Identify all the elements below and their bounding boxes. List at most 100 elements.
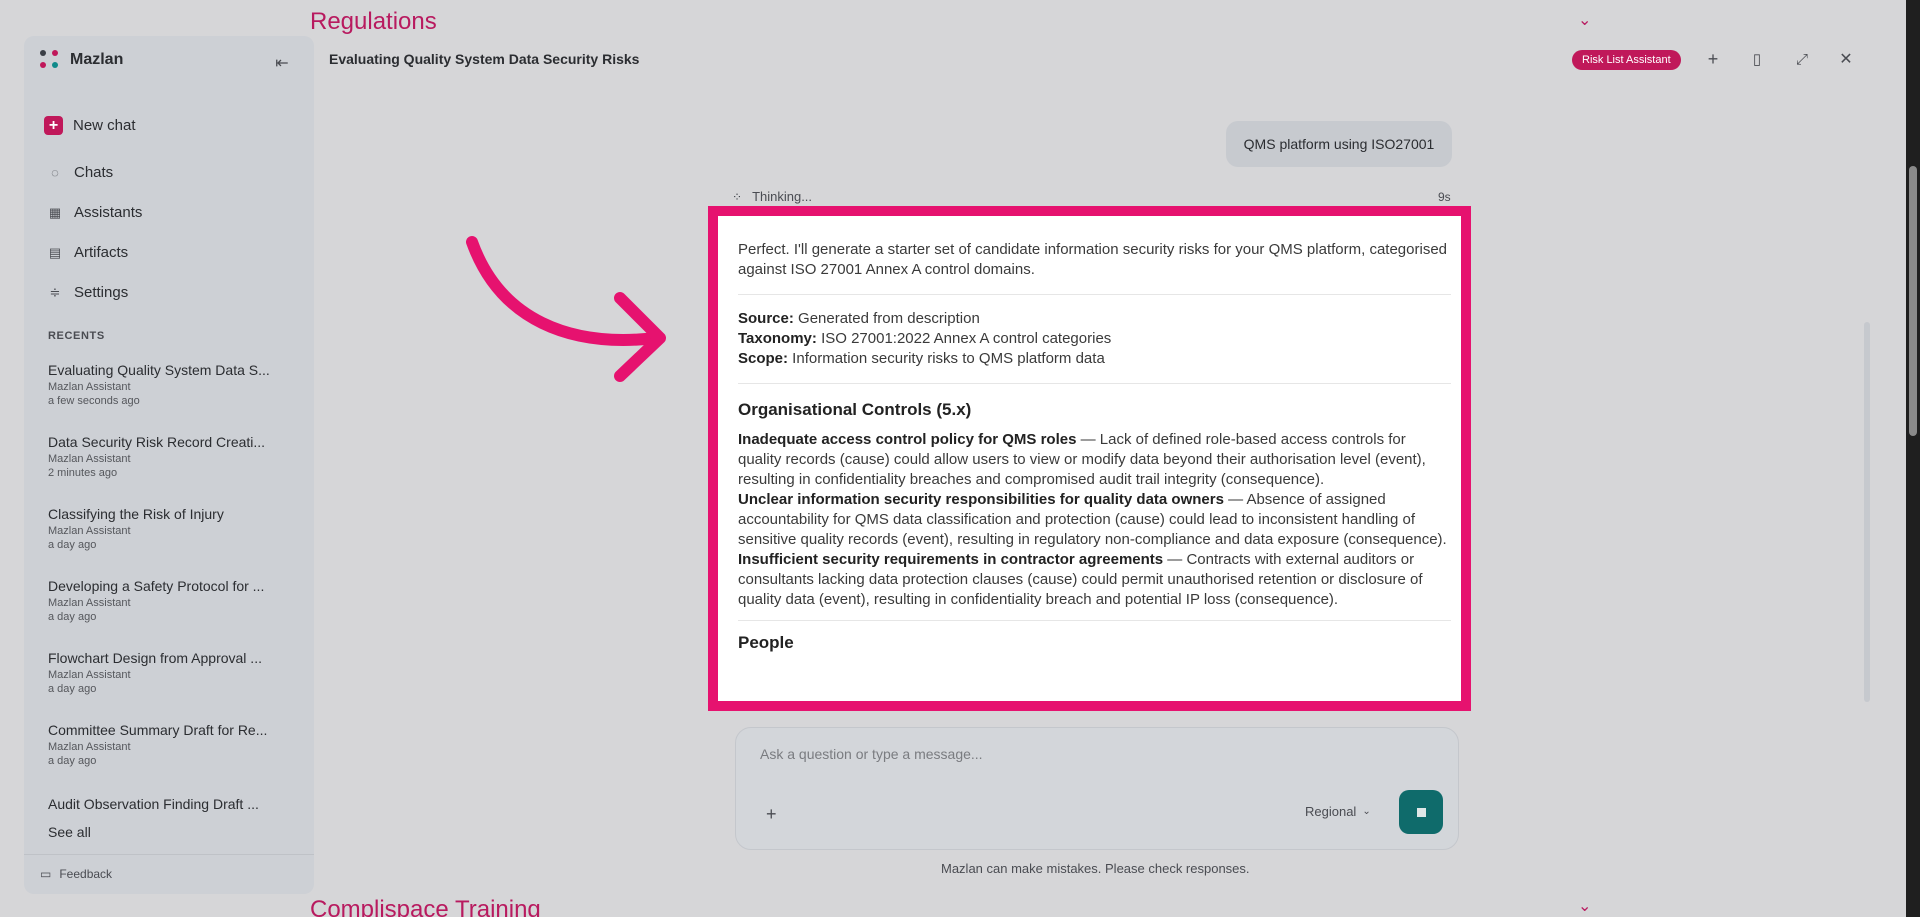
response-intro: Perfect. I'll generate a starter set of …: [738, 241, 1447, 278]
chat-title: Evaluating Quality System Data Security …: [329, 51, 640, 67]
source-value: Generated from description: [793, 310, 980, 327]
thinking-time: 9s: [1438, 190, 1451, 204]
chevron-down-icon: ⌄: [1362, 806, 1371, 817]
risk-item: Insufficient security requirements in co…: [738, 550, 1451, 610]
recent-chat-time: a day ago: [48, 611, 97, 623]
region-select[interactable]: Regional ⌄: [1305, 804, 1371, 819]
recent-chat-time: a few seconds ago: [48, 395, 140, 407]
recent-chat-item[interactable]: Audit Observation Finding Draft ...: [48, 796, 278, 812]
response-scope: Scope: Information security risks to QMS…: [738, 349, 1451, 369]
sidebar: Mazlan ⇤ + New chat ◌ Chats ▦ Assistants…: [24, 36, 314, 894]
sidebar-item-assistants[interactable]: ▦ Assistants: [48, 204, 143, 221]
recent-chat-title: Committee Summary Draft for Re...: [48, 722, 268, 738]
taxonomy-label: Taxonomy:: [738, 330, 817, 347]
message-composer: Ask a question or type a message... + Re…: [735, 727, 1459, 850]
sidebar-item-chats[interactable]: ◌ Chats: [48, 164, 113, 181]
risk-item: Inadequate access control policy for QMS…: [738, 430, 1451, 490]
recent-chat-assistant: Mazlan Assistant: [48, 453, 131, 465]
recent-chat-time: 2 minutes ago: [48, 467, 118, 479]
brand: Mazlan: [40, 50, 123, 70]
recent-chat-assistant: Mazlan Assistant: [48, 669, 131, 681]
new-chat-button[interactable]: + New chat: [44, 116, 136, 135]
annotation-arrow-icon: [466, 236, 666, 382]
recent-chat-item[interactable]: Flowchart Design from Approval ... Mazla…: [48, 650, 278, 695]
recent-chat-item[interactable]: Classifying the Risk of Injury Mazlan As…: [48, 506, 278, 551]
logo-icon: ⁘: [732, 189, 743, 204]
page-scrollbar-thumb[interactable]: [1909, 166, 1917, 436]
recents-heading: RECENTS: [48, 330, 105, 342]
grid-icon: ▦: [48, 204, 62, 220]
stop-icon: [1416, 807, 1426, 817]
plus-icon[interactable]: +: [1702, 48, 1724, 70]
region-select-label: Regional: [1305, 804, 1357, 819]
logo-icon: [40, 50, 60, 70]
thinking-label: Thinking...: [752, 189, 813, 204]
section-heading: Organisational Controls (5.x): [738, 400, 972, 419]
stop-button[interactable]: [1399, 790, 1443, 834]
recent-chat-time: a day ago: [48, 683, 97, 695]
recent-chat-title: Classifying the Risk of Injury: [48, 506, 224, 522]
page-scrollbar-track[interactable]: [1906, 0, 1920, 917]
recent-chat-title: Developing a Safety Protocol for ...: [48, 578, 265, 594]
chevron-down-icon[interactable]: ⌄: [1578, 10, 1591, 30]
recent-chat-item[interactable]: Committee Summary Draft for Re... Mazlan…: [48, 722, 278, 767]
recent-chat-assistant: Mazlan Assistant: [48, 741, 131, 753]
recent-chat-time: a day ago: [48, 755, 97, 767]
user-message: QMS platform using ISO27001: [1226, 121, 1452, 167]
recent-chat-time: a day ago: [48, 539, 97, 551]
expand-icon[interactable]: ⤢: [1791, 48, 1813, 70]
background-section-heading: Regulations: [310, 8, 437, 35]
recent-chat-assistant: Mazlan Assistant: [48, 381, 131, 393]
recent-chat-item[interactable]: Developing a Safety Protocol for ... Maz…: [48, 578, 278, 623]
close-icon[interactable]: ✕: [1835, 48, 1857, 70]
assistant-response: Perfect. I'll generate a starter set of …: [708, 206, 1471, 711]
recent-chat-title: Flowchart Design from Approval ...: [48, 650, 262, 666]
message-input[interactable]: Ask a question or type a message...: [760, 746, 983, 762]
scope-value: Information security risks to QMS platfo…: [788, 350, 1105, 367]
recent-chat-assistant: Mazlan Assistant: [48, 525, 131, 537]
sliders-icon: ≑: [49, 284, 61, 300]
sidebar-item-label: Chats: [74, 164, 114, 181]
chevron-down-icon[interactable]: ⌄: [1578, 896, 1591, 916]
sidebar-footer: ▭ Feedback: [24, 854, 314, 894]
feedback-label: Feedback: [59, 867, 113, 881]
new-chat-label: New chat: [73, 117, 136, 134]
sidebar-item-label: Artifacts: [74, 244, 129, 261]
scope-label: Scope:: [738, 350, 789, 367]
sidebar-item-artifacts[interactable]: ▤ Artifacts: [48, 244, 128, 261]
see-all-link[interactable]: See all: [48, 824, 91, 840]
assistant-badge[interactable]: Risk List Assistant: [1572, 50, 1681, 70]
collapse-sidebar-icon[interactable]: ⇤: [270, 51, 294, 75]
background-section-heading: Complispace Training: [310, 896, 541, 917]
brand-name: Mazlan: [70, 51, 124, 68]
response-source: Source: Generated from description: [738, 309, 1451, 329]
sidebar-item-label: Settings: [74, 284, 129, 301]
recent-chat-title: Audit Observation Finding Draft ...: [48, 796, 259, 812]
recent-chat-item[interactable]: Evaluating Quality System Data S... Mazl…: [48, 362, 278, 407]
user-message-text: QMS platform using ISO27001: [1243, 136, 1435, 152]
disclaimer: Mazlan can make mistakes. Please check r…: [941, 861, 1250, 876]
risk-title: Insufficient security requirements in co…: [738, 551, 1164, 568]
risk-title: Inadequate access control policy for QMS…: [738, 431, 1077, 448]
thinking-indicator[interactable]: ⁘ Thinking...: [732, 189, 812, 204]
feedback-button[interactable]: ▭ Feedback: [40, 867, 112, 881]
sidebar-item-settings[interactable]: ≑ Settings: [48, 284, 129, 301]
document-icon[interactable]: ▯: [1746, 48, 1768, 70]
source-label: Source:: [738, 310, 794, 327]
recent-chat-assistant: Mazlan Assistant: [48, 597, 131, 609]
sidebar-item-label: Assistants: [74, 204, 143, 221]
response-taxonomy: Taxonomy: ISO 27001:2022 Annex A control…: [738, 329, 1451, 349]
risk-item: Unclear information security responsibil…: [738, 490, 1451, 550]
attach-plus-icon[interactable]: +: [766, 804, 777, 825]
document-icon: ▤: [48, 244, 62, 260]
recent-chat-title: Evaluating Quality System Data S...: [48, 362, 270, 378]
feedback-icon: ▭: [40, 867, 52, 881]
chat-icon: ◌: [51, 164, 59, 180]
section-heading: People: [738, 633, 794, 652]
risk-title: Unclear information security responsibil…: [738, 491, 1224, 508]
recent-chat-item[interactable]: Data Security Risk Record Creati... Mazl…: [48, 434, 278, 479]
chat-scrollbar[interactable]: [1864, 322, 1870, 702]
recent-chat-title: Data Security Risk Record Creati...: [48, 434, 266, 450]
taxonomy-value: ISO 27001:2022 Annex A control categorie…: [816, 330, 1112, 347]
plus-icon: +: [44, 116, 63, 135]
